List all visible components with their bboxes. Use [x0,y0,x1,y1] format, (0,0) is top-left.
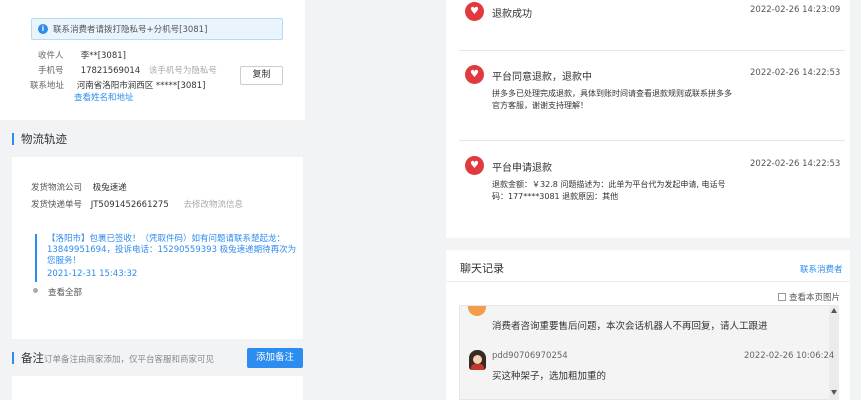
timeline-dot [33,288,38,293]
notes-card [12,376,303,400]
logistics-tracking-row: 发货快递单号 JT5091452661275 去修改物流信息 [31,198,243,210]
view-page-images-label: 查看本页图片 [789,293,841,303]
receiver-address-label: 联系地址 [30,81,65,91]
refund-event-time: 2022-02-26 14:22:53 [750,68,841,78]
add-note-button[interactable]: 添加备注 [247,348,303,368]
receiver-phone-note: 该手机号为隐私号 [148,66,217,76]
scroll-up-icon[interactable] [831,308,837,313]
receiver-phone-value: 17821569014 [80,66,141,76]
view-page-images-checkbox[interactable]: 查看本页图片 [778,291,840,303]
info-icon: i [38,24,48,34]
refund-event: ♥ 平台申请退款 2022-02-26 14:22:53 退款金额：￥32.8 … [465,156,845,216]
refund-event-desc: 拼多多已处理完成退款，具体到账时间请查看退款规则或联系拼多多官方客服，谢谢支持理… [492,89,732,110]
refund-event-desc: 退款金额：￥32.8 问题描述为：此单为平台代为发起申请, 电话号码：177**… [492,180,726,201]
divider [459,140,845,141]
logistics-company-value: 极兔速递 [92,183,127,193]
pdd-logo-icon: ♥ [465,2,484,21]
receiver-address-value: 河南省洛阳市涧西区 *****[3081] [76,81,206,91]
copy-button[interactable]: 复制 [240,66,283,85]
receiver-address-row: 联系地址 河南省洛阳市涧西区 *****[3081] [30,79,205,91]
divider [459,50,845,51]
contact-consumer-link[interactable]: 联系消费者 [800,263,843,275]
logistics-tracking-value: JT5091452661275 [90,200,169,210]
view-name-address-link[interactable]: 查看姓名和地址 [74,91,134,103]
avatar-face [473,355,482,364]
logistics-company-row: 发货物流公司 极兔速递 [31,181,127,193]
refund-event: ♥ 平台同意退款，退款中 2022-02-26 14:22:53 拼多多已处理完… [465,65,845,125]
system-message: 消费者咨询重要售后问题，本次会话机器人不再回复，请人工跟进 [492,321,768,332]
refund-event-title: 退款成功 [492,9,532,20]
latest-trace-text: 【洛阳市】包裹已签收！（凭取件码）如有问题请联系楚起龙：13849951694，… [47,234,297,266]
pdd-logo-icon: ♥ [465,65,484,84]
refund-event-title: 平台申请退款 [492,163,552,174]
logistics-tracking-label: 发货快递单号 [31,200,83,210]
pdd-logo-icon: ♥ [465,156,484,175]
page: i 联系消费者请拨打隐私号+分机号[3081] 收件人 李**[3081] 手机… [0,0,861,400]
logistics-company-label: 发货物流公司 [31,183,83,193]
scroll-down-icon[interactable] [831,390,837,395]
receiver-name-row: 收件人 李**[3081] [38,49,126,61]
avatar-body [471,364,484,370]
receiver-name-label: 收件人 [38,51,64,61]
logistics-title: 物流轨迹 [12,133,67,145]
edit-logistics-link[interactable]: 去修改物流信息 [183,200,243,210]
latest-trace-time: 2021-12-31 15:43:32 [47,269,138,279]
privacy-notice-text: 联系消费者请拨打隐私号+分机号[3081] [53,25,208,35]
message-sender: pdd90706970254 [492,351,568,361]
latest-trace: 【洛阳市】包裹已签收！（凭取件码）如有问题请联系楚起龙：13849951694，… [35,234,297,282]
refund-event: ♥ 退款成功 2022-02-26 14:23:09 [465,2,845,22]
privacy-notice: i 联系消费者请拨打隐私号+分机号[3081] [31,18,283,40]
view-all-link[interactable]: 查看全部 [48,286,82,298]
message-time: 2022-02-26 10:06:24 [744,351,835,361]
refund-event-title: 平台同意退款，退款中 [492,72,592,83]
notes-hint: 订单备注由商家添加，仅平台客服和商家可见 [44,355,215,365]
receiver-name-value: 李**[3081] [80,51,126,61]
notes-title: 备注 [12,352,44,364]
refund-event-time: 2022-02-26 14:23:09 [750,5,841,15]
chat-header [446,250,850,282]
chat-title: 聊天记录 [460,262,504,275]
checkbox-icon[interactable] [778,293,786,301]
message-text: 买这种架子，选加粗加重的 [492,371,607,382]
avatar [469,350,486,370]
refund-event-time: 2022-02-26 14:22:53 [750,159,841,169]
receiver-phone-label: 手机号 [38,66,64,76]
receiver-phone-row: 手机号 17821569014 该手机号为隐私号 [38,64,217,76]
